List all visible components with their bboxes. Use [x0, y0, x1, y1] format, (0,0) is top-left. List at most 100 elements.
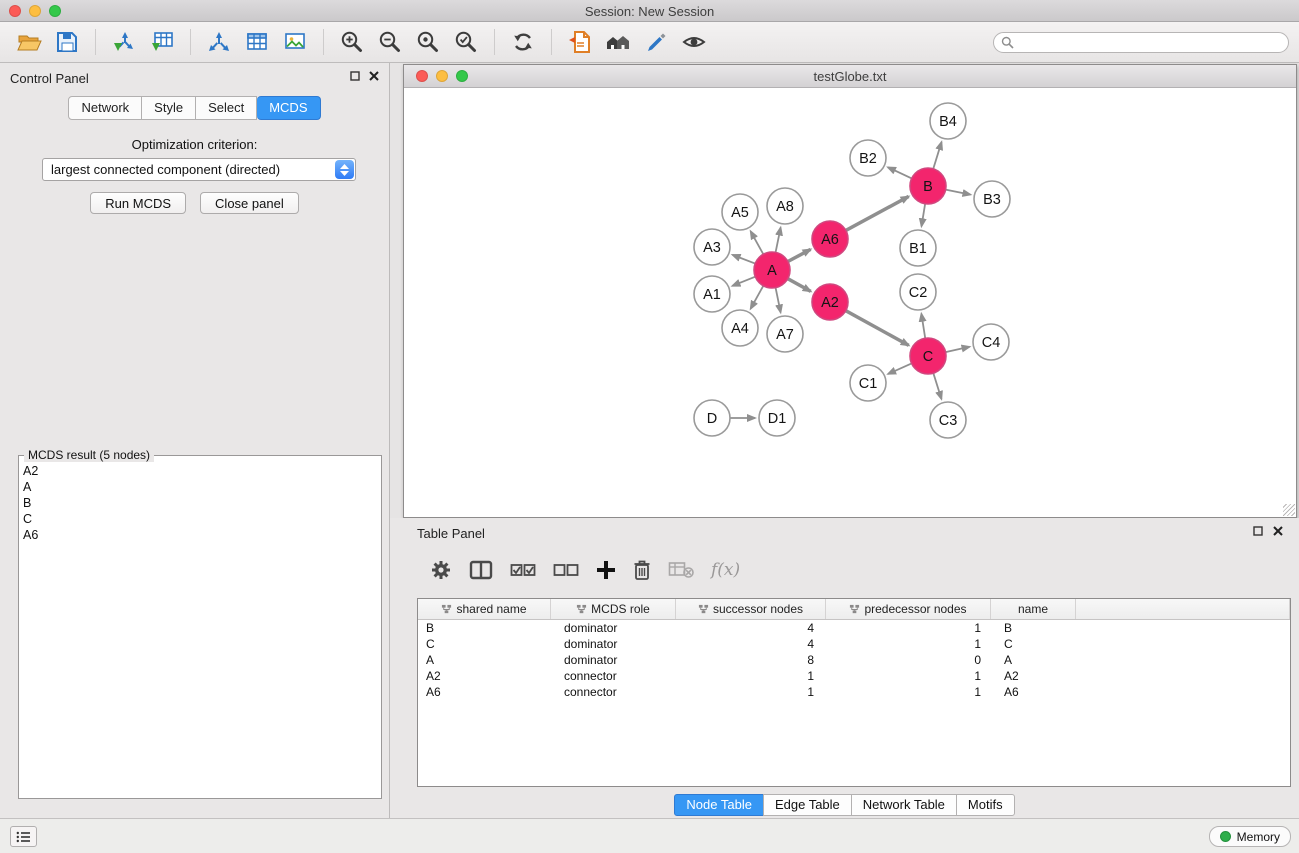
column-header-shared-name[interactable]: shared name: [418, 599, 551, 619]
close-panel-icon[interactable]: [1273, 526, 1283, 536]
graph-node-C2[interactable]: C2: [900, 274, 936, 310]
deselect-all-button[interactable]: [553, 562, 579, 578]
trash-icon: [633, 559, 651, 581]
column-header-name[interactable]: name: [991, 599, 1076, 619]
network-window-titlebar[interactable]: testGlobe.txt: [404, 65, 1296, 88]
graph-edge-A2-C[interactable]: [846, 311, 909, 346]
close-panel-icon[interactable]: [369, 71, 379, 81]
export-network-button[interactable]: [201, 25, 237, 59]
graph-node-A1[interactable]: A1: [694, 276, 730, 312]
graph-edge-C-C3[interactable]: [933, 373, 941, 399]
apply-style-button[interactable]: [638, 25, 674, 59]
graph-node-B3[interactable]: B3: [974, 181, 1010, 217]
toggle-columns-button[interactable]: [469, 560, 493, 580]
graph-edge-A-A5[interactable]: [751, 231, 764, 254]
tab-mcds[interactable]: MCDS: [257, 96, 320, 120]
graph-edge-A-A7[interactable]: [776, 288, 781, 313]
graph-node-D1[interactable]: D1: [759, 400, 795, 436]
delete-table-button[interactable]: [668, 561, 694, 579]
open-folder-button[interactable]: [11, 25, 47, 59]
graph-edge-B-B1[interactable]: [922, 204, 926, 227]
memory-button[interactable]: Memory: [1209, 826, 1291, 847]
graph-edge-A-A1[interactable]: [732, 277, 755, 286]
table-row[interactable]: A6 connector 1 1 A6: [418, 684, 1290, 700]
graph-node-A4[interactable]: A4: [722, 310, 758, 346]
open-session-file-button[interactable]: [562, 25, 598, 59]
close-panel-button[interactable]: Close panel: [200, 192, 299, 214]
show-hide-button[interactable]: [676, 25, 712, 59]
graph-edge-B-B2[interactable]: [888, 167, 912, 178]
save-icon: [55, 30, 79, 54]
add-row-button[interactable]: [596, 560, 616, 580]
graph-edge-B-B4[interactable]: [933, 142, 941, 169]
table-settings-button[interactable]: [430, 559, 452, 581]
table-row[interactable]: A dominator 8 0 A: [418, 652, 1290, 668]
graph-node-C3[interactable]: C3: [930, 402, 966, 438]
search-input[interactable]: [1019, 34, 1281, 50]
table-row[interactable]: A2 connector 1 1 A2: [418, 668, 1290, 684]
tab-select[interactable]: Select: [196, 96, 257, 120]
tab-network[interactable]: Network: [68, 96, 142, 120]
refresh-button[interactable]: [505, 25, 541, 59]
table-row[interactable]: B dominator 4 1 B: [418, 620, 1290, 636]
resize-grip[interactable]: [1283, 504, 1295, 516]
graph-edge-C-C2[interactable]: [921, 314, 925, 338]
graph-edge-A-A2[interactable]: [788, 279, 811, 292]
graph-edge-A-A8[interactable]: [776, 228, 781, 253]
network-canvas[interactable]: B4 B2 B B3 A8A5 A6 A3 B1 A C2 A1 A2 A4A7 C4 C C1 D D1 C3: [404, 87, 1296, 517]
run-mcds-button[interactable]: Run MCDS: [90, 192, 186, 214]
graph-node-A8[interactable]: A8: [767, 188, 803, 224]
column-header-mcds-role[interactable]: MCDS role: [551, 599, 676, 619]
result-item: A6: [23, 527, 381, 543]
graph-node-A[interactable]: A: [754, 252, 790, 288]
graph-node-D[interactable]: D: [694, 400, 730, 436]
mcds-result-list[interactable]: A2 A B C A6: [19, 456, 381, 543]
graph-node-A3[interactable]: A3: [694, 229, 730, 265]
tab-edge-table[interactable]: Edge Table: [763, 794, 852, 816]
function-builder-button[interactable]: f(x): [711, 560, 740, 580]
zoom-fit-button[interactable]: [410, 25, 446, 59]
graph-node-B4[interactable]: B4: [930, 103, 966, 139]
graph-node-C4[interactable]: C4: [973, 324, 1009, 360]
float-panel-icon[interactable]: [350, 71, 360, 81]
graph-edge-A-A4[interactable]: [751, 286, 764, 309]
graph-node-C1[interactable]: C1: [850, 365, 886, 401]
graph-node-C[interactable]: C: [910, 338, 946, 374]
export-image-button[interactable]: [277, 25, 313, 59]
delete-row-button[interactable]: [633, 559, 651, 581]
tab-node-table[interactable]: Node Table: [674, 794, 764, 816]
home-button[interactable]: [600, 25, 636, 59]
graph-node-B1[interactable]: B1: [900, 230, 936, 266]
zoom-out-button[interactable]: [372, 25, 408, 59]
graph-node-label: A2: [821, 295, 839, 311]
graph-node-B[interactable]: B: [910, 168, 946, 204]
tab-motifs[interactable]: Motifs: [956, 794, 1015, 816]
toolbar-separator: [323, 29, 324, 55]
graph-edge-A-A3[interactable]: [733, 255, 756, 264]
float-panel-icon[interactable]: [1253, 526, 1263, 536]
graph-node-B2[interactable]: B2: [850, 140, 886, 176]
graph-edge-A-A6[interactable]: [788, 249, 811, 261]
graph-node-A7[interactable]: A7: [767, 316, 803, 352]
save-session-button[interactable]: [49, 25, 85, 59]
graph-edge-C-C4[interactable]: [946, 347, 970, 352]
table-row[interactable]: C dominator 4 1 C: [418, 636, 1290, 652]
graph-node-A5[interactable]: A5: [722, 194, 758, 230]
criterion-dropdown[interactable]: largest connected component (directed): [42, 158, 356, 181]
show-panels-button[interactable]: [10, 826, 37, 847]
export-table-button[interactable]: [239, 25, 275, 59]
select-all-button[interactable]: [510, 562, 536, 578]
tab-style[interactable]: Style: [142, 96, 196, 120]
column-header-predecessor-nodes[interactable]: predecessor nodes: [826, 599, 991, 619]
graph-edge-B-B3[interactable]: [946, 190, 971, 195]
graph-edge-A6-B[interactable]: [846, 196, 909, 230]
column-header-successor-nodes[interactable]: successor nodes: [676, 599, 826, 619]
zoom-in-button[interactable]: [334, 25, 370, 59]
import-table-file-button[interactable]: [144, 25, 180, 59]
zoom-selected-button[interactable]: [448, 25, 484, 59]
import-network-file-button[interactable]: [106, 25, 142, 59]
graph-node-A2[interactable]: A2: [812, 284, 848, 320]
graph-edge-C-C1[interactable]: [888, 363, 912, 374]
graph-node-A6[interactable]: A6: [812, 221, 848, 257]
tab-network-table[interactable]: Network Table: [851, 794, 957, 816]
